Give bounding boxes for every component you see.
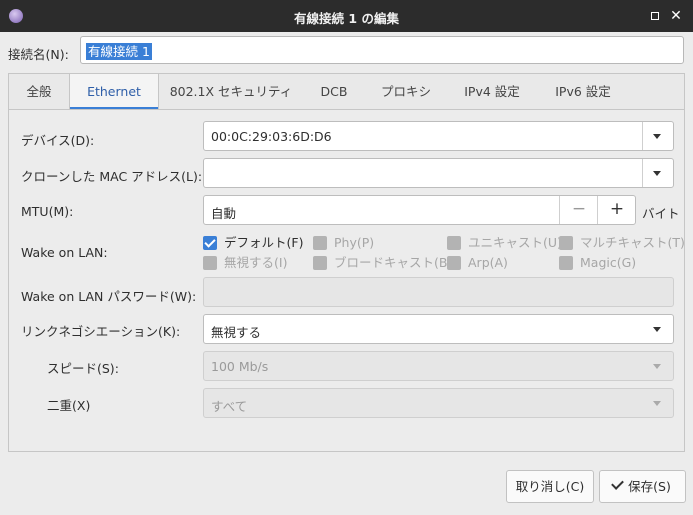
connection-name-label: 接続名(N): (8, 47, 69, 62)
wol-default-label: デフォルト(F) (224, 235, 304, 250)
checkbox-icon (447, 256, 461, 270)
checkbox-icon (313, 256, 327, 270)
checkbox-icon (313, 236, 327, 250)
save-button[interactable]: 保存(S) (599, 470, 686, 503)
connection-name-input[interactable]: 有線接続 1 (80, 36, 684, 64)
mtu-decrement-button[interactable]: − (559, 196, 598, 224)
speed-combo[interactable]: 100 Mb/s (203, 351, 674, 381)
wol-unicast-label: ユニキャスト(U) (468, 235, 562, 250)
device-label: デバイス(D): (21, 133, 95, 148)
window-title: 有線接続 1 の編集 (294, 11, 399, 26)
wol-password-input[interactable] (203, 277, 674, 307)
tab-dcb[interactable]: DCB (305, 74, 363, 110)
device-dropdown-button[interactable] (642, 122, 673, 150)
maximize-icon[interactable] (647, 8, 663, 24)
duplex-combo[interactable]: すべて (203, 388, 674, 418)
duplex-dropdown-button[interactable] (643, 389, 673, 417)
wake-on-lan-label: Wake on LAN: (21, 245, 108, 260)
wol-broadcast-label: ブロードキャスト(B) (334, 255, 453, 270)
wol-ignore-label: 無視する(I) (224, 255, 288, 270)
device-value: 00:0C:29:03:6D:D6 (211, 129, 332, 144)
tab-bar: 全般 Ethernet 802.1X セキュリティ DCB プロキシ IPv4 … (8, 73, 685, 110)
cloned-mac-label: クローンした MAC アドレス(L): (21, 169, 203, 184)
chevron-down-icon (653, 401, 661, 406)
mtu-spinbutton[interactable]: 自動 − + (203, 195, 636, 225)
title-bar: 有線接続 1 の編集 ✕ (0, 0, 693, 32)
edit-connection-dialog: 有線接続 1 の編集 ✕ 接続名(N): 有線接続 1 全般 Ethernet … (0, 0, 693, 515)
mtu-increment-button[interactable]: + (597, 196, 636, 224)
speed-label: スピード(S): (47, 361, 119, 376)
mtu-unit: バイト (642, 206, 680, 221)
close-icon[interactable]: ✕ (668, 8, 684, 24)
wol-phy-label: Phy(P) (334, 235, 375, 250)
checkbox-icon (203, 256, 217, 270)
chevron-down-icon (653, 134, 661, 139)
mtu-label: MTU(M): (21, 204, 74, 219)
duplex-label: 二重(X) (47, 398, 91, 413)
ethernet-settings-panel: デバイス(D): 00:0C:29:03:6D:D6 クローンした MAC アド… (8, 109, 685, 452)
save-button-label: 保存(S) (628, 479, 671, 494)
tab-8021x-security[interactable]: 802.1X セキュリティ (157, 74, 305, 110)
tab-general[interactable]: 全般 (9, 74, 69, 110)
link-negotiation-value: 無視する (211, 325, 262, 340)
wol-magic-label: Magic(G) (580, 255, 637, 270)
wol-multicast-label: マルチキャスト(T) (580, 235, 685, 250)
duplex-value: すべて (211, 399, 248, 414)
tab-ipv6-settings[interactable]: IPv6 設定 (535, 74, 631, 110)
chevron-down-icon (653, 327, 661, 332)
link-negotiation-dropdown-button[interactable] (643, 315, 673, 343)
checkbox-checked-icon (203, 236, 217, 250)
cancel-button[interactable]: 取り消し(C) (506, 470, 594, 503)
cloned-mac-dropdown-button[interactable] (642, 159, 673, 187)
checkbox-icon (559, 256, 573, 270)
checkbox-icon (447, 236, 461, 250)
chevron-down-icon (653, 171, 661, 176)
link-negotiation-combo[interactable]: 無視する (203, 314, 674, 344)
tab-proxy[interactable]: プロキシ (363, 74, 449, 110)
connection-name-value: 有線接続 1 (86, 43, 152, 60)
link-negotiation-label: リンクネゴシエーション(K): (21, 324, 181, 339)
wol-arp-label: Arp(A) (468, 255, 508, 270)
speed-value: 100 Mb/s (211, 359, 269, 374)
check-icon (611, 477, 625, 490)
mtu-value: 自動 (211, 206, 237, 221)
checkbox-icon (559, 236, 573, 250)
tab-ipv4-settings[interactable]: IPv4 設定 (449, 74, 535, 110)
wol-password-label: Wake on LAN パスワード(W): (21, 289, 197, 304)
tab-ethernet[interactable]: Ethernet (69, 74, 159, 110)
chevron-down-icon (653, 364, 661, 369)
cloned-mac-combo[interactable] (203, 158, 674, 188)
device-combo[interactable]: 00:0C:29:03:6D:D6 (203, 121, 674, 151)
speed-dropdown-button[interactable] (643, 352, 673, 380)
